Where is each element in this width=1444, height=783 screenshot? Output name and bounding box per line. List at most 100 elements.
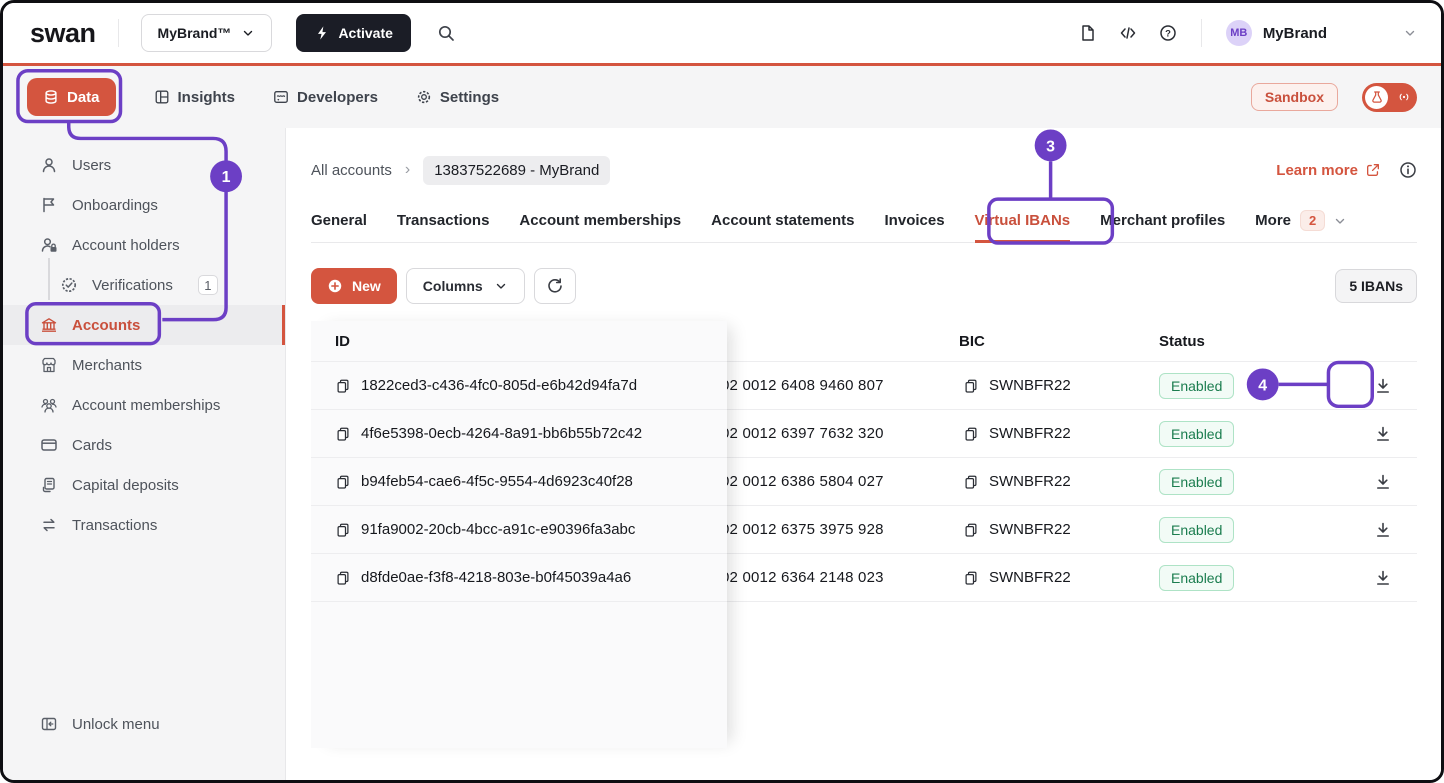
sidebar-item-verifications[interactable]: Verifications 1 bbox=[3, 265, 285, 305]
nav-item-data[interactable]: Data bbox=[27, 78, 116, 116]
tab-account-memberships[interactable]: Account memberships bbox=[519, 199, 681, 242]
iban-value: 02 0012 6375 3975 928 bbox=[721, 521, 884, 538]
id-value: b94feb54-cae6-4f5c-9554-4d6923c40f28 bbox=[361, 473, 633, 490]
sidebar-item-label: Transactions bbox=[72, 517, 157, 534]
breadcrumb-current: 13837522689 - MyBrand bbox=[423, 156, 610, 185]
bic-value: SWNBFR22 bbox=[989, 473, 1071, 490]
new-button-label: New bbox=[352, 278, 381, 294]
copy-icon[interactable] bbox=[335, 522, 351, 538]
sidebar-item-merchants[interactable]: Merchants bbox=[3, 345, 285, 385]
tab-label: More bbox=[1255, 212, 1291, 229]
copy-icon[interactable] bbox=[963, 570, 979, 586]
learn-more-link[interactable]: Learn more bbox=[1276, 162, 1381, 179]
download-icon[interactable] bbox=[1374, 521, 1392, 539]
more-count-badge: 2 bbox=[1300, 210, 1325, 231]
tab-label: Virtual IBANs bbox=[975, 212, 1071, 229]
copy-icon[interactable] bbox=[335, 474, 351, 490]
sidebar-item-cards[interactable]: Cards bbox=[3, 425, 285, 465]
id-value: d8fde0ae-f3f8-4218-803e-b0f45039a4a6 bbox=[361, 569, 631, 586]
status-badge: Enabled bbox=[1159, 421, 1234, 447]
new-iban-button[interactable]: New bbox=[311, 268, 397, 304]
divider bbox=[118, 19, 119, 47]
copy-icon[interactable] bbox=[335, 378, 351, 394]
gear-icon bbox=[416, 89, 432, 105]
copy-icon[interactable] bbox=[963, 426, 979, 442]
copy-icon[interactable] bbox=[963, 378, 979, 394]
tab-general[interactable]: General bbox=[311, 199, 367, 242]
table-id-cell[interactable]: d8fde0ae-f3f8-4218-803e-b0f45039a4a6 bbox=[311, 554, 727, 602]
unlock-menu-button[interactable]: Unlock menu bbox=[3, 704, 285, 744]
swan-logo: swan bbox=[30, 18, 96, 49]
help-icon[interactable] bbox=[1159, 24, 1177, 42]
table-id-cell[interactable]: 1822ced3-c436-4fc0-805d-e6b42d94fa7d bbox=[311, 362, 727, 410]
tab-virtual-ibans[interactable]: Virtual IBANs bbox=[975, 199, 1071, 242]
bank-icon bbox=[40, 316, 58, 334]
info-icon[interactable] bbox=[1399, 161, 1417, 179]
nav-item-developers[interactable]: Developers bbox=[273, 89, 378, 106]
bic-value: SWNBFR22 bbox=[989, 425, 1071, 442]
user-icon bbox=[40, 156, 58, 174]
external-link-icon bbox=[1365, 162, 1381, 178]
copy-icon[interactable] bbox=[335, 570, 351, 586]
nav-item-settings[interactable]: Settings bbox=[416, 89, 499, 106]
tab-account-statements[interactable]: Account statements bbox=[711, 199, 854, 242]
tab-transactions[interactable]: Transactions bbox=[397, 199, 490, 242]
columns-dropdown[interactable]: Columns bbox=[406, 268, 525, 304]
activate-label: Activate bbox=[338, 25, 392, 41]
tab-more[interactable]: More 2 bbox=[1255, 199, 1347, 242]
id-value: 4f6e5398-0ecb-4264-8a91-bb6b55b72c42 bbox=[361, 425, 642, 442]
sidebar-item-label: Verifications bbox=[92, 277, 173, 294]
id-column-cells: 1822ced3-c436-4fc0-805d-e6b42d94fa7d 4f6… bbox=[311, 362, 727, 602]
card-icon bbox=[40, 436, 58, 454]
download-icon[interactable] bbox=[1374, 377, 1392, 395]
sidebar-item-accounts[interactable]: Accounts bbox=[3, 305, 285, 345]
table-id-cell[interactable]: b94feb54-cae6-4f5c-9554-4d6923c40f28 bbox=[311, 458, 727, 506]
developers-icon bbox=[273, 89, 289, 105]
search-icon[interactable] bbox=[437, 24, 455, 42]
chevron-down-icon bbox=[494, 279, 508, 293]
sidebar-item-account-memberships[interactable]: Account memberships bbox=[3, 385, 285, 425]
activate-button[interactable]: Activate bbox=[296, 14, 410, 52]
copy-icon[interactable] bbox=[335, 426, 351, 442]
docs-icon[interactable] bbox=[1079, 24, 1097, 42]
sidebar-item-account-holders[interactable]: Account holders bbox=[3, 225, 285, 265]
chevron-down-icon bbox=[241, 26, 255, 40]
sidebar-item-capital-deposits[interactable]: Capital deposits bbox=[3, 465, 285, 505]
breadcrumb-all-accounts[interactable]: All accounts bbox=[311, 162, 392, 179]
copy-icon[interactable] bbox=[963, 522, 979, 538]
table-id-cell[interactable]: 91fa9002-20cb-4bcc-a91c-e90396fa3abc bbox=[311, 506, 727, 554]
tab-invoices[interactable]: Invoices bbox=[885, 199, 945, 242]
database-icon bbox=[43, 89, 59, 105]
environment-toggle[interactable] bbox=[1362, 83, 1417, 112]
store-icon bbox=[40, 356, 58, 374]
virtual-ibans-table: BIC Status 02 0012 6408 9460 807 SWNBFR2… bbox=[311, 321, 1417, 748]
unlock-menu-label: Unlock menu bbox=[72, 716, 160, 733]
sidebar-item-label: Account holders bbox=[72, 237, 180, 254]
sidebar-item-onboardings[interactable]: Onboardings bbox=[3, 185, 285, 225]
account-tabs: General Transactions Account memberships… bbox=[311, 199, 1417, 243]
status-badge: Enabled bbox=[1159, 517, 1234, 543]
learn-more-label: Learn more bbox=[1276, 162, 1358, 179]
sidebar-item-users[interactable]: Users bbox=[3, 145, 285, 185]
sidebar-item-label: Capital deposits bbox=[72, 477, 179, 494]
download-icon[interactable] bbox=[1374, 473, 1392, 491]
download-icon[interactable] bbox=[1374, 569, 1392, 587]
project-selector[interactable]: MyBrand™ bbox=[141, 14, 273, 52]
column-header-status: Status bbox=[1159, 333, 1339, 350]
sidebar-item-transactions[interactable]: Transactions bbox=[3, 505, 285, 545]
download-icon[interactable] bbox=[1374, 425, 1392, 443]
main-content: All accounts › 13837522689 - MyBrand Lea… bbox=[287, 128, 1441, 780]
chevron-down-icon[interactable] bbox=[1403, 26, 1417, 40]
live-signal-icon bbox=[1397, 90, 1411, 104]
refresh-button[interactable] bbox=[534, 268, 576, 304]
tab-merchant-profiles[interactable]: Merchant profiles bbox=[1100, 199, 1225, 242]
plus-circle-icon bbox=[327, 278, 343, 294]
id-column-panel: ID 1822ced3-c436-4fc0-805d-e6b42d94fa7d … bbox=[311, 321, 727, 748]
copy-icon[interactable] bbox=[963, 474, 979, 490]
table-id-cell[interactable]: 4f6e5398-0ecb-4264-8a91-bb6b55b72c42 bbox=[311, 410, 727, 458]
avatar[interactable]: MB bbox=[1226, 20, 1252, 46]
api-code-icon[interactable] bbox=[1119, 24, 1137, 42]
status-badge: Enabled bbox=[1159, 373, 1234, 399]
nav-item-insights[interactable]: Insights bbox=[154, 89, 236, 106]
iban-value: 02 0012 6397 7632 320 bbox=[721, 425, 884, 442]
